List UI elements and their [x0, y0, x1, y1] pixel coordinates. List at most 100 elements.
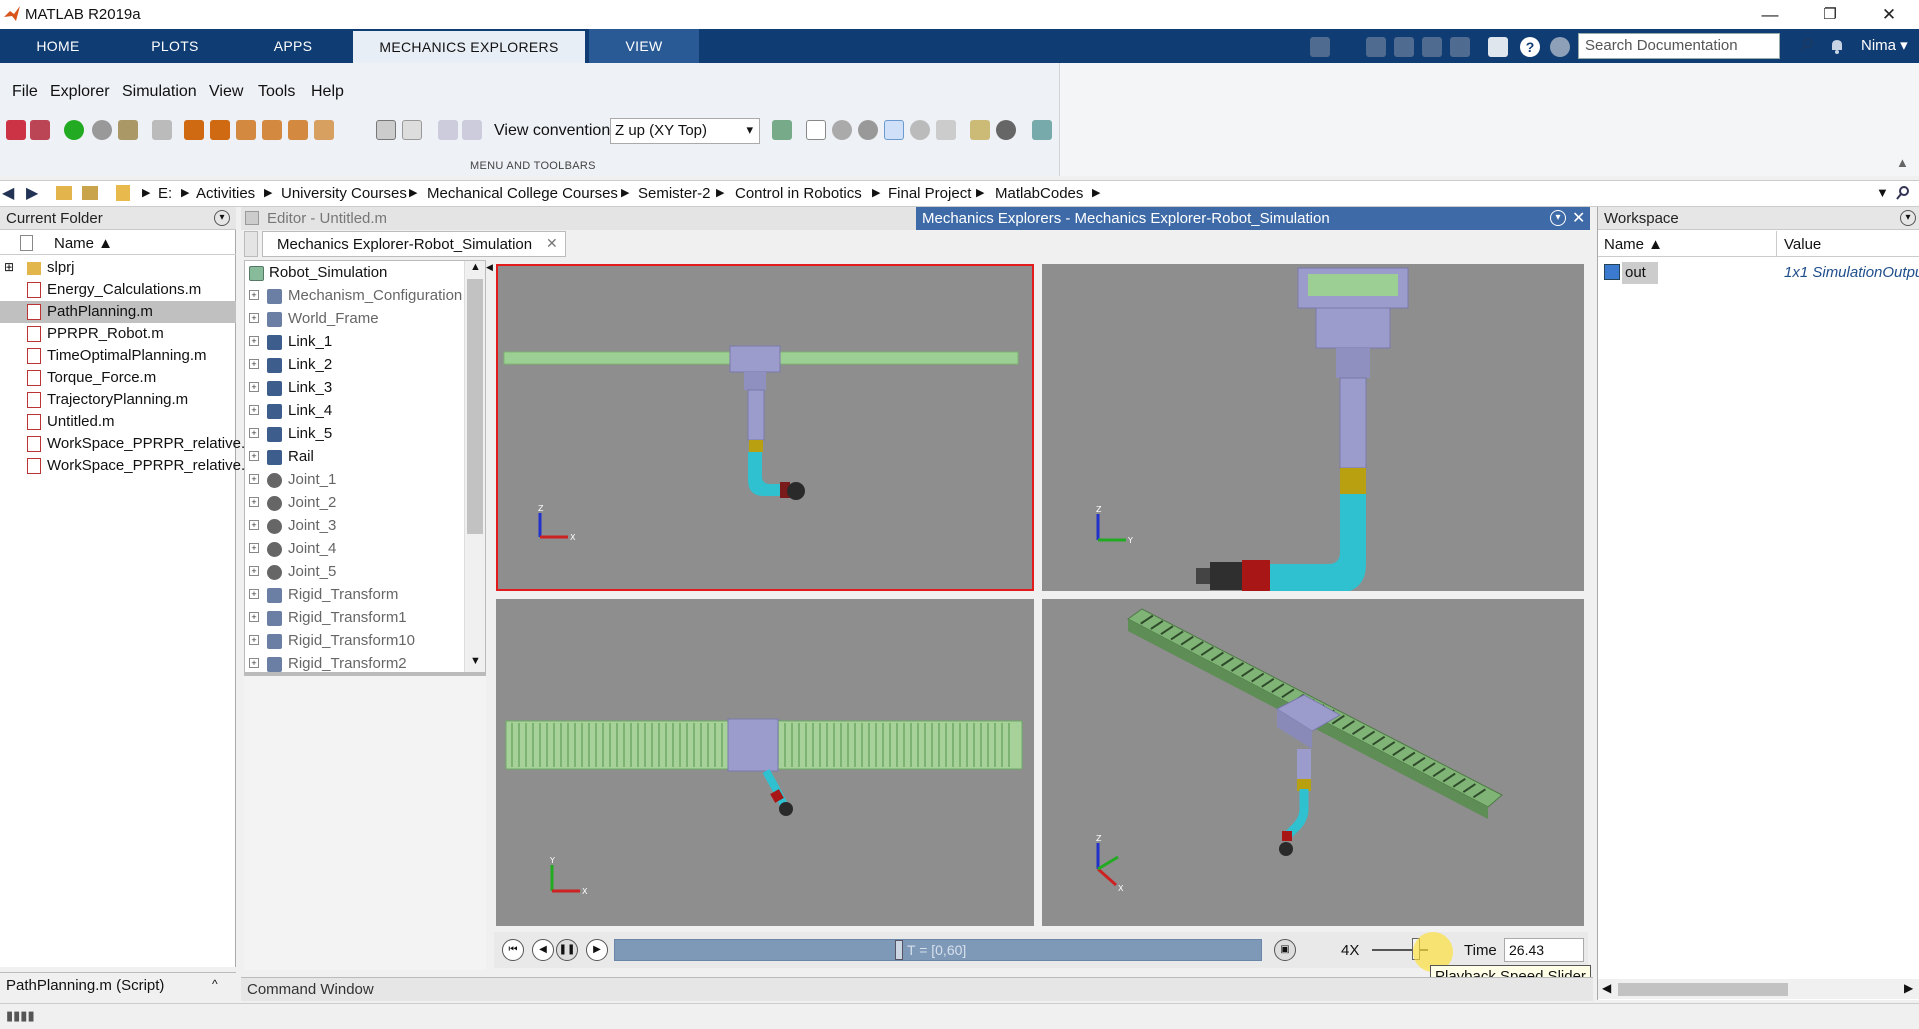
minimize-button[interactable]: — [1747, 2, 1793, 28]
splitter[interactable] [244, 672, 486, 676]
rewind-to-start-icon[interactable]: ⏮ [502, 939, 524, 961]
expand-icon[interactable]: + [249, 290, 259, 300]
scroll-up-icon[interactable]: ▲ [470, 261, 481, 273]
expand-icon[interactable]: + [249, 405, 259, 415]
scroll-left-icon[interactable]: ◀ [1602, 981, 1611, 995]
expand-icon[interactable]: + [249, 612, 259, 622]
chevron-down-icon[interactable]: ▼ [1876, 185, 1889, 200]
top-view-icon[interactable] [288, 120, 308, 140]
user-menu[interactable]: Nima ▾ [1861, 36, 1908, 54]
menu-view[interactable]: View [209, 83, 243, 101]
zoom-box-icon[interactable] [936, 120, 956, 140]
panel-actions-icon[interactable]: ▾ [214, 210, 230, 226]
record-video-icon[interactable]: ▣ [1274, 939, 1296, 961]
switch-windows-icon[interactable] [1488, 37, 1508, 57]
tab-plots[interactable]: PLOTS [118, 29, 232, 63]
breadcrumb-item[interactable]: MatlabCodes [995, 185, 1083, 202]
expand-icon[interactable]: + [249, 336, 259, 346]
menu-simulation[interactable]: Simulation [122, 83, 197, 101]
tab-mechanics-explorers[interactable]: MECHANICS EXPLORERS [353, 31, 585, 63]
scroll-thumb[interactable] [467, 279, 483, 534]
copy-icon[interactable] [1366, 37, 1386, 57]
scene-lights-icon[interactable] [772, 120, 792, 140]
browse-folder-icon[interactable] [82, 186, 98, 200]
tree-scrollbar[interactable]: ▲ ▼ [464, 261, 485, 672]
time-input[interactable]: 26.43 [1504, 938, 1584, 962]
menu-help[interactable]: Help [311, 83, 344, 101]
timeline-knob[interactable] [895, 940, 903, 960]
value-column-header[interactable]: Value [1784, 236, 1821, 253]
tab-mechanics-explorer-robot-simulation[interactable]: Mechanics Explorer-Robot_Simulation ✕ [262, 231, 566, 257]
expand-icon[interactable]: + [249, 520, 259, 530]
breadcrumb-item[interactable]: Mechanical College Courses [427, 185, 618, 202]
forward-arrow-icon[interactable]: ▶ [26, 183, 38, 203]
save-view-icon[interactable] [30, 120, 50, 140]
back-view-icon[interactable] [210, 120, 230, 140]
tab-view[interactable]: VIEW [589, 29, 699, 63]
expand-icon[interactable]: + [249, 428, 259, 438]
tab-apps[interactable]: APPS [236, 29, 350, 63]
name-column-header[interactable]: Name ▲ [54, 235, 113, 252]
tab-scroll-left[interactable] [244, 231, 258, 257]
notification-bell-icon[interactable] [1830, 38, 1844, 54]
redo-icon[interactable] [1450, 37, 1470, 57]
undo-icon[interactable] [1422, 37, 1442, 57]
editor-header[interactable]: Editor - Untitled.m [241, 207, 921, 230]
viewport-top[interactable]: Z X [496, 264, 1034, 591]
isometric-view-icon[interactable] [314, 120, 334, 140]
collapse-tree-icon[interactable]: ◀ [486, 262, 494, 282]
collapse-ribbon-icon[interactable]: ▲ [1896, 155, 1909, 170]
file-row[interactable]: Untitled.m [0, 411, 236, 433]
step-back-icon[interactable]: ◀ [532, 939, 554, 961]
scroll-right-icon[interactable]: ▶ [1904, 981, 1913, 995]
scroll-thumb[interactable] [1618, 983, 1788, 996]
name-column-header[interactable]: Name ▲ [1604, 236, 1663, 253]
expand-icon[interactable]: + [249, 543, 259, 553]
breadcrumb-item[interactable]: Final Project [888, 185, 971, 202]
roll-icon[interactable] [858, 120, 878, 140]
pause-icon[interactable]: ❚❚ [556, 939, 578, 961]
column-divider[interactable] [1776, 231, 1777, 257]
expand-icon[interactable]: + [249, 589, 259, 599]
viewport-front[interactable]: Z Y [1042, 264, 1584, 594]
right-view-icon[interactable] [262, 120, 282, 140]
file-row[interactable]: TrajectoryPlanning.m [0, 389, 236, 411]
close-tab-icon[interactable]: ✕ [546, 235, 558, 252]
file-row[interactable]: PPRPR_Robot.m [0, 323, 236, 345]
center-of-mass-icon[interactable] [996, 120, 1016, 140]
folder-row[interactable]: ⊞ slprj [0, 257, 236, 279]
up-folder-icon[interactable] [56, 186, 72, 200]
search-icon[interactable] [1800, 38, 1814, 52]
settings-icon[interactable] [1032, 120, 1052, 140]
search-documentation-input[interactable]: Search Documentation [1578, 33, 1780, 59]
save-icon[interactable] [1310, 37, 1330, 57]
frames-icon[interactable] [970, 120, 990, 140]
breadcrumb-item[interactable]: University Courses [281, 185, 407, 202]
tab-home[interactable]: HOME [12, 29, 104, 63]
file-row[interactable]: WorkSpace_PPRPR_relative... [0, 433, 253, 455]
expand-icon[interactable]: + [249, 451, 259, 461]
step-forward-icon[interactable]: ▶ [586, 939, 608, 961]
restore-view-icon[interactable] [6, 120, 26, 140]
expand-icon[interactable]: + [249, 497, 259, 507]
breadcrumb-item[interactable]: Semister-2 [638, 185, 711, 202]
select-icon[interactable] [806, 120, 826, 140]
four-view-layout-icon[interactable] [376, 120, 396, 140]
mechanics-explorer-header[interactable]: Mechanics Explorers - Mechanics Explorer… [916, 207, 1590, 230]
breadcrumb-item[interactable]: E: [158, 185, 172, 202]
breadcrumb-item[interactable]: Control in Robotics [735, 185, 862, 202]
pan-icon[interactable] [884, 120, 904, 140]
expand-icon[interactable]: + [249, 566, 259, 576]
menu-tools[interactable]: Tools [258, 83, 295, 101]
zoom-icon[interactable] [910, 120, 930, 140]
single-view-layout-icon[interactable] [402, 120, 422, 140]
timeline-slider[interactable]: T = [0,60] [614, 939, 1262, 961]
back-arrow-icon[interactable]: ◀ [2, 183, 14, 203]
horizontal-scrollbar[interactable]: ◀ ▶ [1598, 979, 1919, 999]
panel-actions-icon[interactable]: ▾ [1550, 210, 1566, 226]
scroll-down-icon[interactable]: ▼ [470, 655, 481, 667]
zoom-fit-icon[interactable] [152, 120, 172, 140]
expand-icon[interactable]: + [249, 474, 259, 484]
export-icon[interactable] [118, 120, 138, 140]
file-row[interactable]: Torque_Force.m [0, 367, 236, 389]
